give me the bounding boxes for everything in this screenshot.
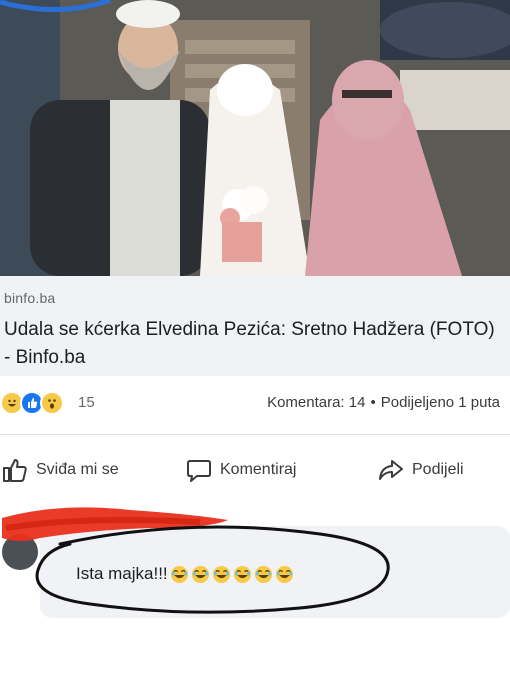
share-arrow-icon: [379, 460, 403, 480]
link-title[interactable]: Udala se kćerka Elvedina Pezića: Sretno …: [4, 316, 504, 372]
comment-button-label: Komentiraj: [220, 461, 297, 478]
speech-bubble-icon: [187, 460, 211, 482]
reaction-count[interactable]: 15: [78, 394, 95, 411]
post-stats: Komentara: 14 • Podijeljeno 1 puta: [267, 394, 500, 411]
post-photo[interactable]: [0, 0, 510, 276]
laughing-emoji-icon: [233, 565, 251, 583]
thumbs-up-icon: [3, 459, 27, 482]
share-button-label: Podijeli: [412, 461, 464, 478]
share-button[interactable]: Podijeli: [378, 455, 464, 485]
wow-icon: [40, 391, 64, 415]
laughing-emoji-icon: [212, 565, 230, 583]
laughing-emoji-icon: [275, 565, 293, 583]
laughing-emoji-icon: [191, 565, 209, 583]
link-domain: binfo.ba: [4, 290, 56, 306]
wedding-photo-illustration: [0, 0, 510, 276]
reaction-icons[interactable]: [0, 391, 64, 415]
action-bar: Sviđa mi se Komentiraj Podijeli: [0, 434, 510, 506]
facebook-post-screenshot: binfo.ba Udala se kćerka Elvedina Pezića…: [0, 0, 510, 680]
like-button[interactable]: Sviđa mi se: [2, 455, 119, 485]
comment-button[interactable]: Komentiraj: [186, 455, 296, 485]
like-button-label: Sviđa mi se: [36, 461, 119, 478]
stats-separator: •: [370, 394, 376, 411]
comment-count[interactable]: Komentara: 14: [267, 394, 365, 411]
comment-text: Ista majka!!!: [76, 564, 294, 584]
laughing-emoji-icon: [170, 565, 188, 583]
commenter-avatar[interactable]: [2, 534, 38, 570]
comment-message: Ista majka!!!: [76, 564, 168, 583]
share-count[interactable]: Podijeljeno 1 puta: [381, 394, 500, 411]
laughing-emoji-icon: [254, 565, 272, 583]
comment-section: Ista majka!!!: [0, 504, 510, 680]
link-preview[interactable]: binfo.ba Udala se kćerka Elvedina Pezića…: [0, 276, 510, 377]
reactions-row: 15 Komentara: 14 • Podijeljeno 1 puta: [0, 376, 510, 434]
